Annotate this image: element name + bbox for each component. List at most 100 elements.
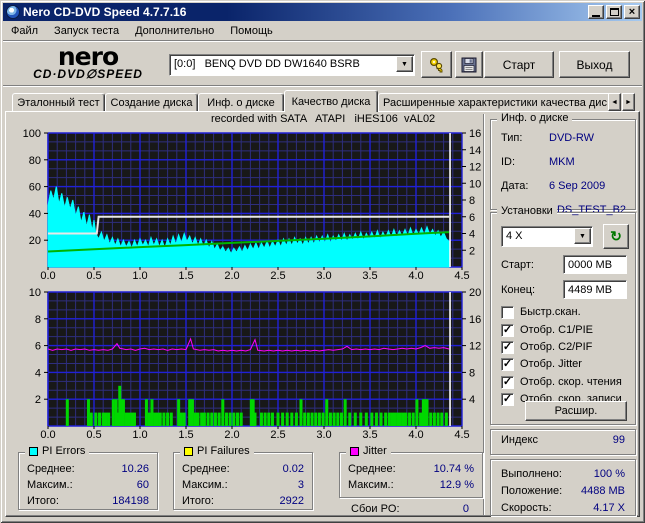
index-panel: Индекс 99 [490,429,636,455]
minimize-button[interactable] [588,5,604,19]
svg-text:6: 6 [469,212,475,224]
pi-failures-jitter-chart: 0.0 0.5 1.0 1.5 2.0 2.5 3.0 3.5 4.0 4.5 2 4 6 8 10 4 8 12… [29,287,482,441]
menu-item-run-test[interactable]: Запуск теста [46,23,127,39]
speed-select-arrow[interactable]: ▼ [574,228,591,244]
checkbox-show-jitter[interactable]: ✓ Отобр. Jitter [501,357,582,371]
svg-text:40: 40 [29,208,41,220]
refresh-speeds-button[interactable]: ↻ [603,224,629,249]
tab-disc-quality[interactable]: Качество диска [284,90,378,112]
checkbox-box[interactable]: ✓ [501,375,514,389]
po-failures-label: Сбои PO: [351,503,400,515]
toolbar-separator [3,85,642,87]
menu-item-extra[interactable]: Дополнительно [127,23,222,39]
svg-text:8: 8 [35,314,41,326]
svg-text:3.5: 3.5 [362,429,377,441]
svg-text:12: 12 [469,341,481,353]
start-position-input[interactable] [563,255,627,274]
done-label: Выполнено: [501,467,562,480]
svg-text:10: 10 [29,287,41,299]
window-title: Nero CD-DVD Speed 4.7.7.16 [23,5,187,19]
tab-disc-info[interactable]: Инф. о диске [198,93,284,112]
tab-advanced-quality[interactable]: Расширенные характеристики качества дис [378,93,616,112]
svg-text:0.5: 0.5 [86,429,101,441]
checkbox-show-c1-pie[interactable]: ✓ Отобр. C1/PIE [501,323,593,337]
checkbox-show-c2-pif[interactable]: ✓ Отобр. C2/PIF [501,340,592,354]
drive-select[interactable]: [0:0] BENQ DVD DD DW1640 BSRB ▼ [169,54,415,76]
progress-panel: Выполнено: 100 % Положение: 4488 MB Скорос… [490,459,636,516]
index-value: 99 [612,434,625,446]
exit-button[interactable]: Выход [559,51,630,78]
svg-text:4: 4 [469,394,475,406]
svg-text:16: 16 [469,128,481,140]
toolbar: nero CD·DVD∅SPEED [0:0] BENQ DVD DD DW16… [3,42,642,87]
nero-logo: nero CD·DVD∅SPEED [13,44,163,80]
check-icon: ✓ [502,340,513,353]
app-icon [6,5,20,19]
svg-text:80: 80 [29,155,41,167]
arrow-right-icon: ► [625,98,632,106]
nero-logo-text: nero [57,42,119,71]
tab-create-disc[interactable]: Создание диска [105,93,198,112]
tab-benchmark[interactable]: Эталонный тест [12,93,105,112]
svg-text:4.5: 4.5 [454,270,469,282]
svg-text:2.0: 2.0 [224,270,239,282]
check-icon: ✓ [502,357,513,370]
maximize-button[interactable] [606,5,622,19]
checkbox-fast-scan[interactable]: ✓ Быстр.скан. [501,305,581,319]
pi-failures-stats-title: PI Failures [180,445,254,457]
menu-item-file[interactable]: Файл [3,23,46,39]
cdspeed-logo-text: CD·DVD∅SPEED [33,67,143,81]
svg-text:60: 60 [29,182,41,194]
disc-info-title: Инф. о диске [497,112,573,124]
drive-select-arrow[interactable]: ▼ [396,56,413,72]
svg-text:0.5: 0.5 [86,270,101,282]
keys-icon [429,57,442,72]
svg-text:100: 100 [23,128,41,140]
vertical-divider [483,114,485,515]
device-options-button[interactable] [421,51,452,78]
advanced-button[interactable]: Расшир. [525,401,627,421]
refresh-icon: ↻ [610,228,622,244]
checkbox-box[interactable]: ✓ [501,340,514,354]
end-position-input[interactable] [563,280,627,299]
close-button[interactable]: × [624,5,640,19]
menu-item-help[interactable]: Помощь [222,23,281,39]
pi-failures-legend-swatch [184,446,193,456]
checkbox-show-read-speed[interactable]: ✓ Отобр. скор. чтения [501,375,622,389]
svg-text:0.0: 0.0 [40,270,55,282]
jitter-stats-title: Jitter [346,445,391,457]
settings-box: Установки 4 X ▼ ↻ Старт: Конец: ✓ Быстр.… [490,205,636,425]
tab-scroll-left-button[interactable]: ◄ [608,93,621,111]
speed-select[interactable]: 4 X ▼ [501,226,593,247]
svg-text:20: 20 [469,287,481,299]
pi-errors-chart: 0.0 0.5 1.0 1.5 2.0 2.5 3.0 3.5 4.0 4.5 20 40 60 80 10… [23,128,482,282]
svg-text:10: 10 [469,178,481,190]
svg-text:4.0: 4.0 [408,429,423,441]
svg-text:1.5: 1.5 [178,270,193,282]
jitter-legend-swatch [350,446,359,456]
jitter-stats-box: Jitter Среднее: 10.74 % Максим.: 12.9 % [339,445,483,498]
maximize-icon [609,8,619,16]
chevron-down-icon: ▼ [579,232,586,240]
check-icon: ✓ [502,323,513,336]
svg-text:2: 2 [469,245,475,257]
tab-strip: Эталонный тест Создание диска Инф. о дис… [5,90,640,112]
checkbox-box[interactable]: ✓ [501,392,514,406]
start-position-label: Старт: [501,259,534,271]
pi-errors-legend-swatch [29,446,38,456]
checkbox-box[interactable]: ✓ [501,323,514,337]
svg-text:2.0: 2.0 [224,429,239,441]
svg-text:3.5: 3.5 [362,270,377,282]
save-button[interactable] [455,51,483,78]
position-value: 4488 MB [580,484,625,497]
arrow-left-icon: ◄ [611,98,618,106]
svg-text:4: 4 [469,229,475,241]
close-icon: × [628,6,636,18]
checkbox-box[interactable]: ✓ [501,357,514,371]
start-button[interactable]: Старт [484,51,554,78]
svg-text:20: 20 [29,235,41,247]
pi-failures-stats-box: PI Failures Среднее: 0.02 Максим.: 3 Итого… [173,445,313,510]
checkbox-box[interactable]: ✓ [501,305,514,319]
tab-scroll-right-button[interactable]: ► [622,93,635,111]
pi-errors-stats-title: PI Errors [25,445,90,457]
